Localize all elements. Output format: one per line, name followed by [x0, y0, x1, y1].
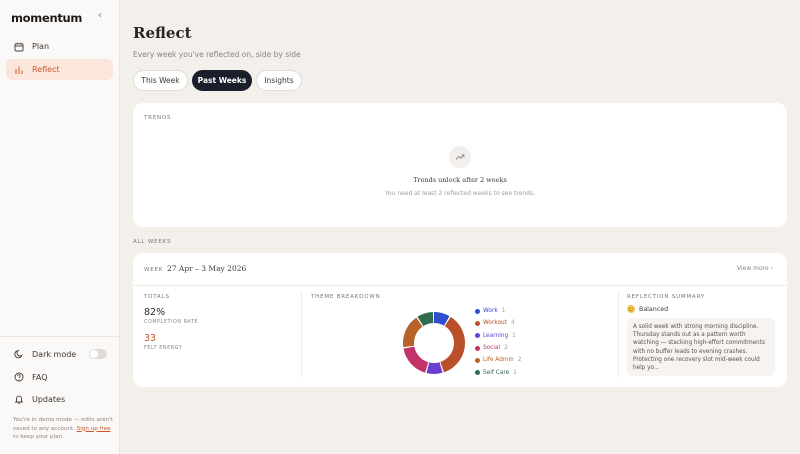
sidebar: momentum ‹ Plan Reflect Dark mode FAQ Up… [0, 0, 120, 454]
trending-up-icon [449, 146, 471, 168]
page-subtitle: Every week you've reflected on, side by … [133, 50, 301, 59]
trends-empty-description: You need at least 2 reflected weeks to s… [385, 190, 535, 197]
trends-label: TRENDS [144, 115, 172, 121]
legend-label: Self Care [483, 369, 510, 376]
legend-item-social: Social 2 [475, 342, 521, 354]
all-weeks-label: ALL WEEKS [133, 239, 172, 245]
legend-swatch [475, 320, 480, 326]
bell-icon [14, 394, 24, 404]
demo-note-suffix: to keep your plan. [13, 434, 64, 440]
theme-donut-chart [403, 312, 465, 374]
completion-rate-caption: COMPLETION RATE [144, 320, 199, 325]
sidebar-item-label: Plan [32, 42, 50, 51]
week-range: 27 Apr – 3 May 2026 [167, 264, 247, 273]
view-more-label: View more [737, 265, 769, 272]
dark-mode-toggle[interactable] [89, 349, 107, 359]
legend-count: 2 [504, 345, 508, 352]
week-label: WEEK [144, 267, 164, 273]
legend-swatch [475, 370, 480, 376]
calendar-icon [14, 42, 24, 52]
legend-swatch [475, 357, 480, 363]
legend-count: 1 [501, 308, 506, 315]
felt-energy-value: 33 [144, 333, 157, 344]
view-more-link[interactable]: View more › [737, 265, 773, 272]
smiley-icon [627, 305, 635, 313]
legend-count: 2 [517, 357, 522, 364]
sidebar-item-updates[interactable]: Updates [6, 390, 113, 408]
logo[interactable]: momentum [11, 11, 82, 25]
tab-past-weeks[interactable]: Past Weeks [192, 70, 252, 91]
legend-count: 4 [510, 320, 515, 327]
legend-label: Workout [483, 320, 507, 327]
reflection-summary-label: REFLECTION SUMMARY [627, 294, 706, 300]
trends-empty-title: Trends unlock after 2 weeks [413, 176, 507, 184]
legend-label: Life Admin [483, 357, 514, 364]
sidebar-item-plan[interactable]: Plan [6, 36, 113, 57]
demo-mode-note: You're in demo mode — edits aren't saved… [13, 416, 113, 442]
sidebar-item-faq[interactable]: FAQ [6, 368, 113, 386]
legend-item-work: Work 1 [475, 305, 521, 317]
sign-up-link[interactable]: Sign up free [77, 426, 111, 432]
week-card: WEEK 27 Apr – 3 May 2026 View more › TOT… [133, 253, 787, 387]
page-title: Reflect [133, 24, 192, 42]
legend-item-learning: Learning 1 [475, 330, 521, 342]
legend-label: Learning [483, 332, 509, 339]
theme-legend: Work 1 Workout 4 Learning 1 Social 2 Life Admin 2… [475, 305, 521, 379]
sidebar-item-label: Updates [32, 394, 66, 404]
dark-mode-label: Dark mode [32, 349, 77, 359]
mood-indicator: Balanced [627, 305, 668, 313]
question-icon [14, 372, 24, 382]
legend-item-self-care: Self Care 1 [475, 366, 521, 378]
column-separator [301, 291, 302, 377]
legend-count: 1 [512, 332, 516, 339]
sidebar-item-label: Reflect [32, 65, 60, 74]
legend-label: Work [483, 308, 498, 315]
logo-row: momentum ‹ [11, 10, 111, 25]
legend-item-life-admin: Life Admin 2 [475, 354, 521, 366]
column-separator [618, 291, 619, 377]
toggle-knob [90, 350, 98, 358]
sidebar-divider [0, 336, 119, 337]
legend-label: Social [483, 345, 501, 352]
chevron-right-icon: › [770, 265, 774, 272]
bar-chart-icon [14, 65, 24, 75]
week-card-divider [133, 285, 787, 286]
legend-swatch [475, 345, 480, 351]
reflection-summary-text: A solid week with strong morning discipl… [627, 318, 775, 376]
tab-this-week[interactable]: This Week [133, 70, 188, 91]
totals-label: TOTALS [144, 294, 170, 300]
legend-swatch [475, 333, 480, 339]
sidebar-item-label: FAQ [32, 372, 48, 382]
felt-energy-caption: FELT ENERGY [144, 346, 183, 351]
legend-swatch [475, 308, 480, 314]
sidebar-item-reflect[interactable]: Reflect [6, 59, 113, 80]
legend-count: 1 [513, 369, 517, 376]
trends-card: TRENDS Trends unlock after 2 weeks You n… [133, 103, 787, 227]
tab-insights[interactable]: Insights [256, 70, 302, 91]
mood-label: Balanced [639, 305, 669, 313]
collapse-sidebar-icon[interactable]: ‹ [98, 10, 102, 21]
legend-item-workout: Workout 4 [475, 317, 521, 329]
completion-rate-value: 82% [144, 307, 166, 318]
theme-breakdown-label: THEME BREAKDOWN [311, 294, 381, 300]
moon-icon [14, 349, 24, 359]
